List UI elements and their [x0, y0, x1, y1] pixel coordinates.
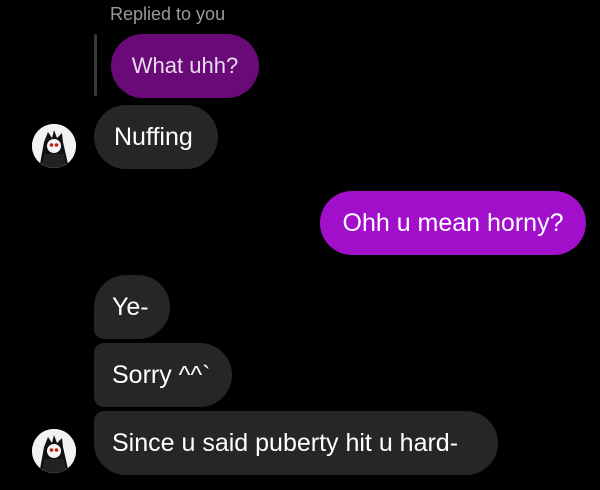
message-bubble-incoming[interactable]: Ye-	[94, 275, 170, 339]
sender-avatar-icon[interactable]	[32, 124, 76, 168]
message-bubble-incoming[interactable]: Nuffing	[94, 105, 218, 169]
quoted-message-bubble[interactable]: What uhh?	[111, 34, 259, 98]
reply-indicator-bar	[94, 34, 97, 96]
message-bubble-incoming[interactable]: Since u said puberty hit u hard-	[94, 411, 498, 475]
message-bubble-outgoing[interactable]: Ohh u mean horny?	[320, 191, 586, 255]
message-bubble-incoming[interactable]: Sorry ^^`	[94, 343, 232, 407]
sender-avatar-icon[interactable]	[32, 429, 76, 473]
reply-context-label: Replied to you	[110, 4, 226, 24]
